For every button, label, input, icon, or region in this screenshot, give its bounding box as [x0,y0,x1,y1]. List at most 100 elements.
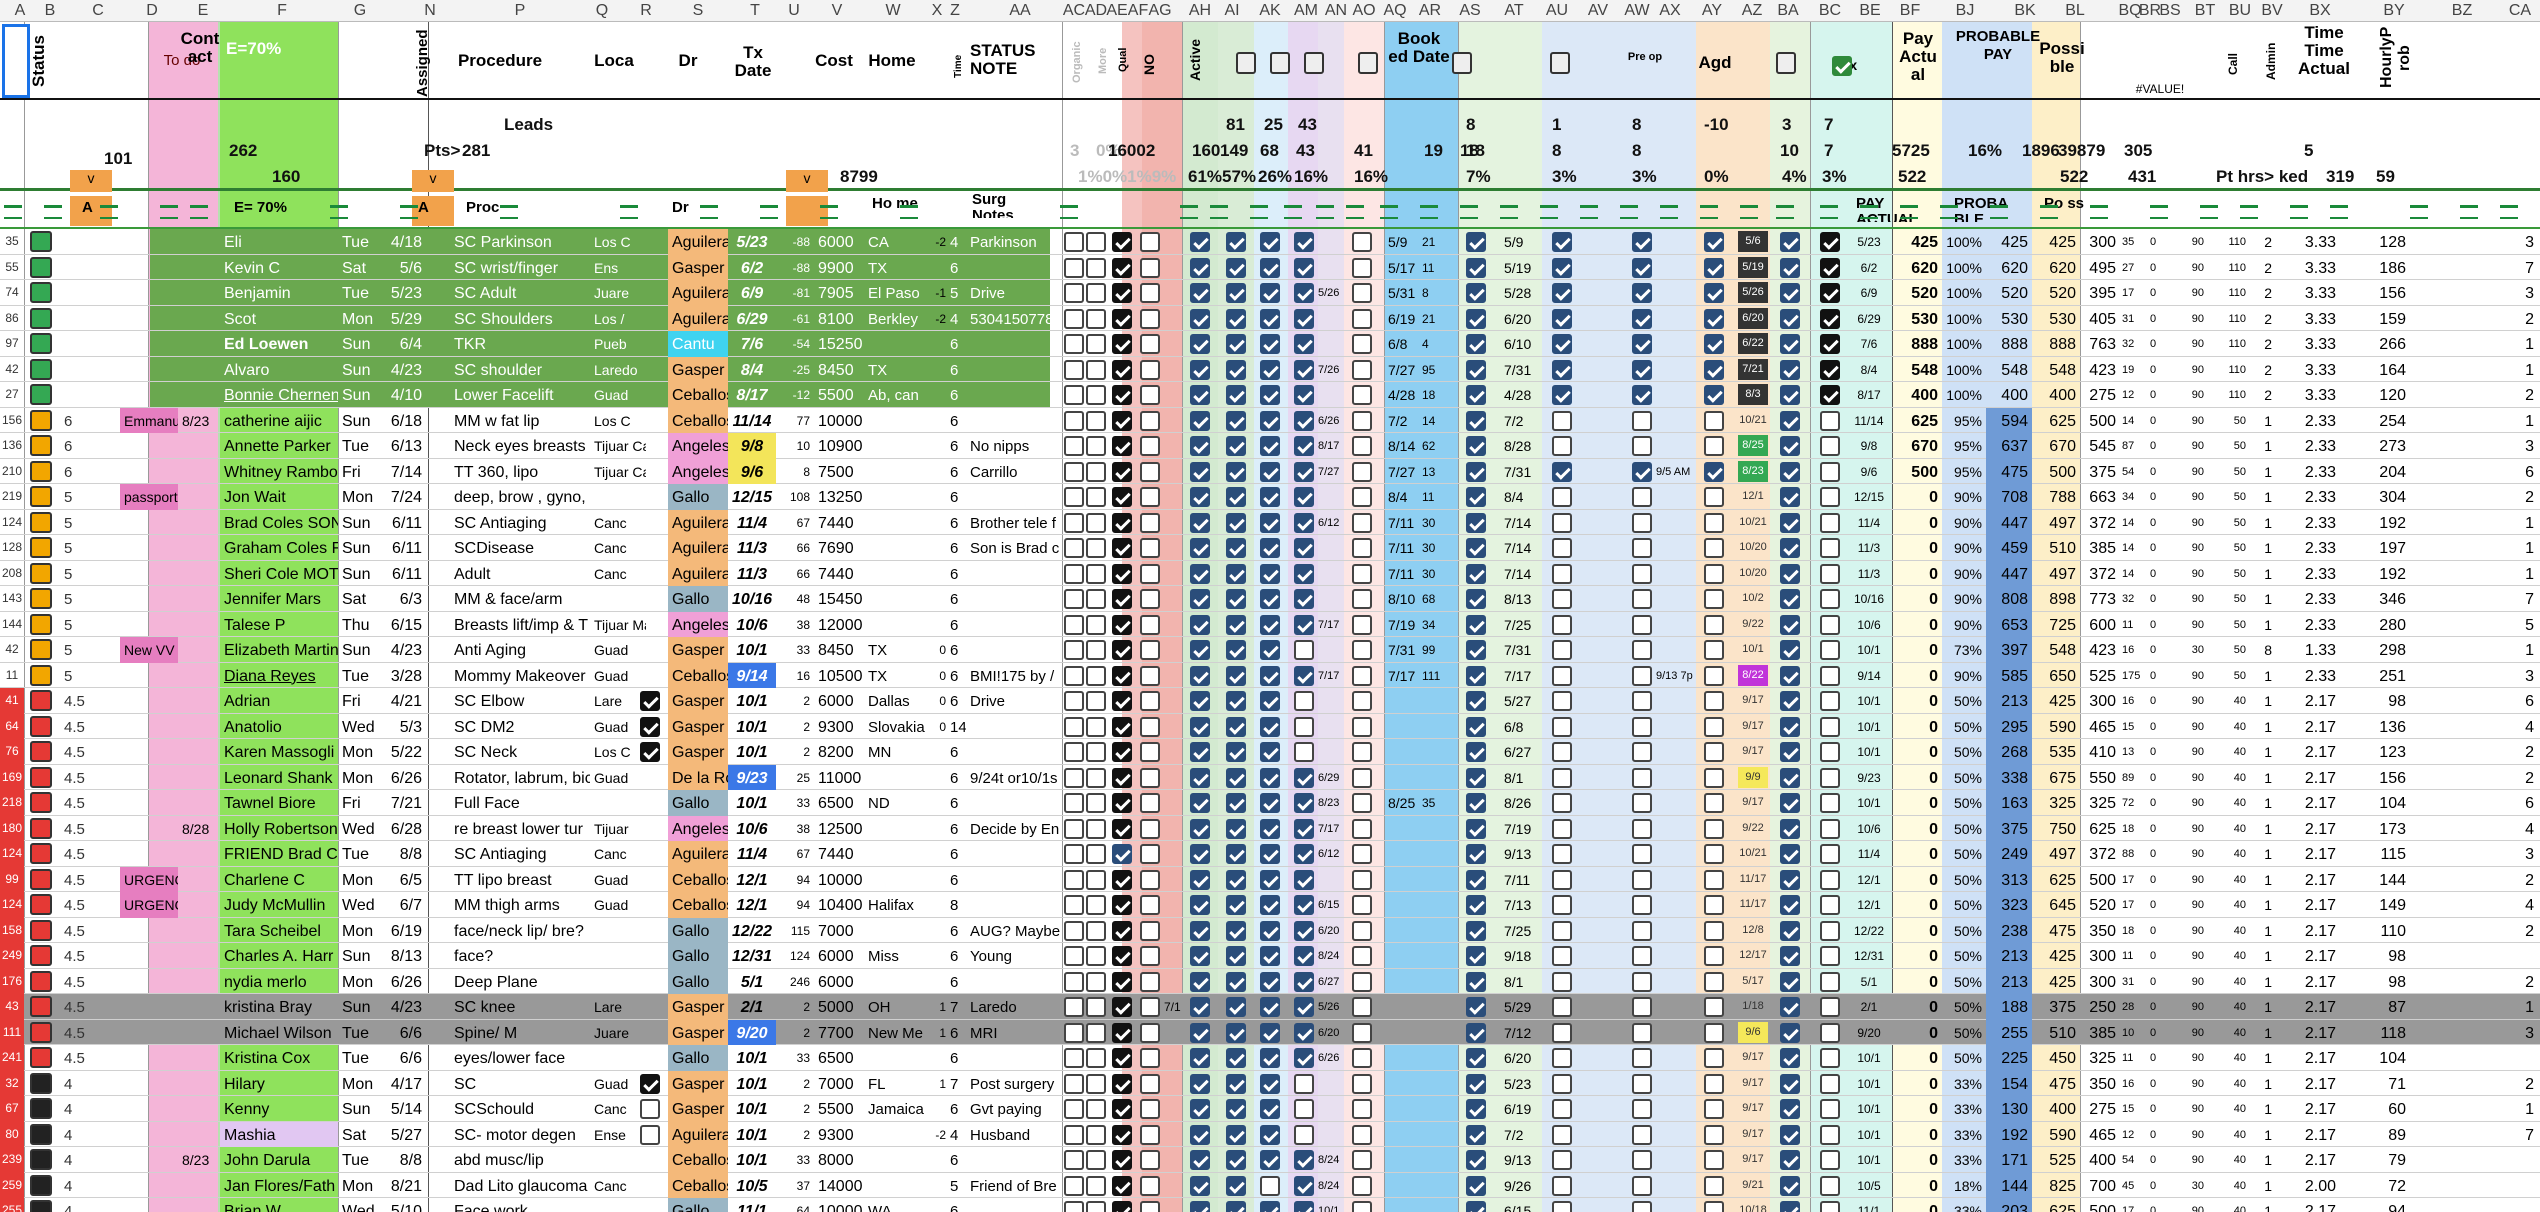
tx-checkbox[interactable] [1820,589,1840,609]
more-checkbox[interactable] [1086,742,1106,762]
ba-checkbox[interactable] [1780,308,1800,329]
more-checkbox[interactable] [1086,767,1106,788]
status-note[interactable] [966,867,1062,893]
aw-checkbox[interactable] [1632,691,1652,711]
aw-checkbox[interactable] [1632,818,1652,839]
patient-name[interactable]: Annette Parker [220,433,338,459]
tx-date[interactable]: 10/6 [728,612,776,638]
procedure[interactable]: SC [450,1071,590,1097]
more-checkbox[interactable] [1086,232,1106,252]
status-note[interactable] [966,637,1062,663]
status-monitor-icon[interactable] [30,1174,52,1196]
status-flag-icon[interactable] [30,868,52,890]
status-lock-icon[interactable] [30,639,52,660]
ak-checkbox[interactable] [1260,640,1280,660]
no-checkbox[interactable] [1140,767,1160,788]
procedure[interactable]: Lower Facelift [450,382,590,408]
organic-checkbox[interactable] [1064,742,1084,762]
ah-checkbox[interactable] [1190,920,1210,941]
tx-checkbox[interactable] [1820,997,1840,1017]
ah-checkbox[interactable] [1190,436,1210,456]
am-checkbox[interactable] [1294,691,1314,711]
ak-checkbox[interactable] [1260,997,1280,1017]
as-checkbox[interactable] [1466,283,1486,303]
procedure[interactable]: Breasts lift/imp & T [450,612,590,638]
ak-checkbox[interactable] [1260,283,1280,303]
status-flag-icon[interactable] [30,817,52,839]
aw-checkbox[interactable] [1632,461,1652,482]
ai-checkbox[interactable] [1226,691,1246,711]
ao-checkbox[interactable] [1352,283,1372,303]
filter-icon[interactable] [1210,205,1228,219]
status-note[interactable] [966,357,1062,383]
ay-checkbox[interactable] [1704,767,1724,788]
tx-checkbox[interactable] [1820,538,1840,558]
ak-checkbox[interactable] [1260,1175,1280,1196]
aw-checkbox[interactable] [1632,512,1652,533]
no-checkbox[interactable] [1140,1048,1160,1068]
more-checkbox[interactable] [1086,283,1106,303]
status-note[interactable] [966,561,1062,587]
ba-checkbox[interactable] [1780,563,1800,584]
booked-date-header[interactable]: Book ed Date [1386,30,1452,94]
status-flag-icon[interactable] [30,792,52,813]
tx-date-header[interactable]: Tx Date [733,44,773,84]
contact-header[interactable]: Cont act [180,30,220,70]
ai-checkbox[interactable] [1226,1099,1246,1119]
status-flag-icon[interactable] [30,741,52,762]
organic-checkbox[interactable] [1064,920,1084,941]
doctor[interactable]: Ceballos [668,382,728,408]
ay-checkbox[interactable] [1704,359,1724,380]
doctor[interactable]: Ceballos [668,892,728,918]
am-checkbox[interactable] [1294,1150,1314,1170]
filter-icon[interactable] [820,205,838,219]
qual-checkbox[interactable] [1112,410,1132,431]
organic-checkbox[interactable] [1064,1073,1084,1094]
aw-checkbox[interactable] [1632,869,1652,890]
tx-checkbox[interactable] [1820,1099,1840,1119]
as-checkbox[interactable] [1466,691,1486,711]
ah-checkbox[interactable] [1190,232,1210,252]
column-letter[interactable]: BA [1770,0,1806,22]
ah-checkbox[interactable] [1190,1175,1210,1196]
as-checkbox[interactable] [1466,461,1486,482]
procedure[interactable]: SC Neck [450,739,590,765]
aw-checkbox[interactable] [1632,232,1652,252]
ba-checkbox[interactable] [1780,614,1800,635]
ao-checkbox[interactable] [1352,640,1372,660]
patient-name[interactable]: Alvaro [220,357,338,383]
filter-icon[interactable] [1580,205,1598,219]
ao-checkbox[interactable] [1352,359,1372,380]
column-letter[interactable]: U [776,0,812,22]
filter-icon[interactable] [1740,205,1758,219]
tx-date[interactable]: 10/1 [728,739,776,765]
as-checkbox[interactable] [1466,946,1486,966]
no-checkbox[interactable] [1140,869,1160,890]
tx-checkbox[interactable] [1820,1201,1840,1212]
organic-checkbox[interactable] [1064,1150,1084,1170]
tx-checkbox[interactable] [1820,946,1840,966]
no-checkbox[interactable] [1140,946,1160,966]
no-checkbox[interactable] [1140,436,1160,456]
value-error[interactable]: #VALUE! [2130,80,2190,98]
as-checkbox[interactable] [1466,538,1486,558]
column-letter[interactable]: P [502,0,538,22]
organic-checkbox[interactable] [1064,640,1084,660]
more-checkbox[interactable] [1086,308,1106,329]
status-check-icon[interactable] [30,384,52,405]
ah-checkbox[interactable] [1190,385,1210,405]
procedure[interactable]: SCSchould [450,1096,590,1122]
ay-checkbox[interactable] [1704,946,1724,966]
ak-checkbox[interactable] [1260,1073,1280,1094]
patient-name[interactable]: Karen Massogli [220,739,338,765]
tx-date[interactable]: 11/4 [728,510,776,536]
tx-checkbox[interactable] [1820,512,1840,533]
ao-checkbox[interactable] [1352,818,1372,839]
tx-date[interactable]: 6/9 [728,280,776,306]
tx-date[interactable]: 10/1 [728,637,776,663]
filter-icon[interactable] [1660,205,1678,219]
tx-date[interactable]: 11/14 [728,408,776,434]
doctor-header[interactable]: Dr [668,52,708,74]
ak-checkbox[interactable] [1260,742,1280,762]
ai-checkbox[interactable] [1226,869,1246,890]
